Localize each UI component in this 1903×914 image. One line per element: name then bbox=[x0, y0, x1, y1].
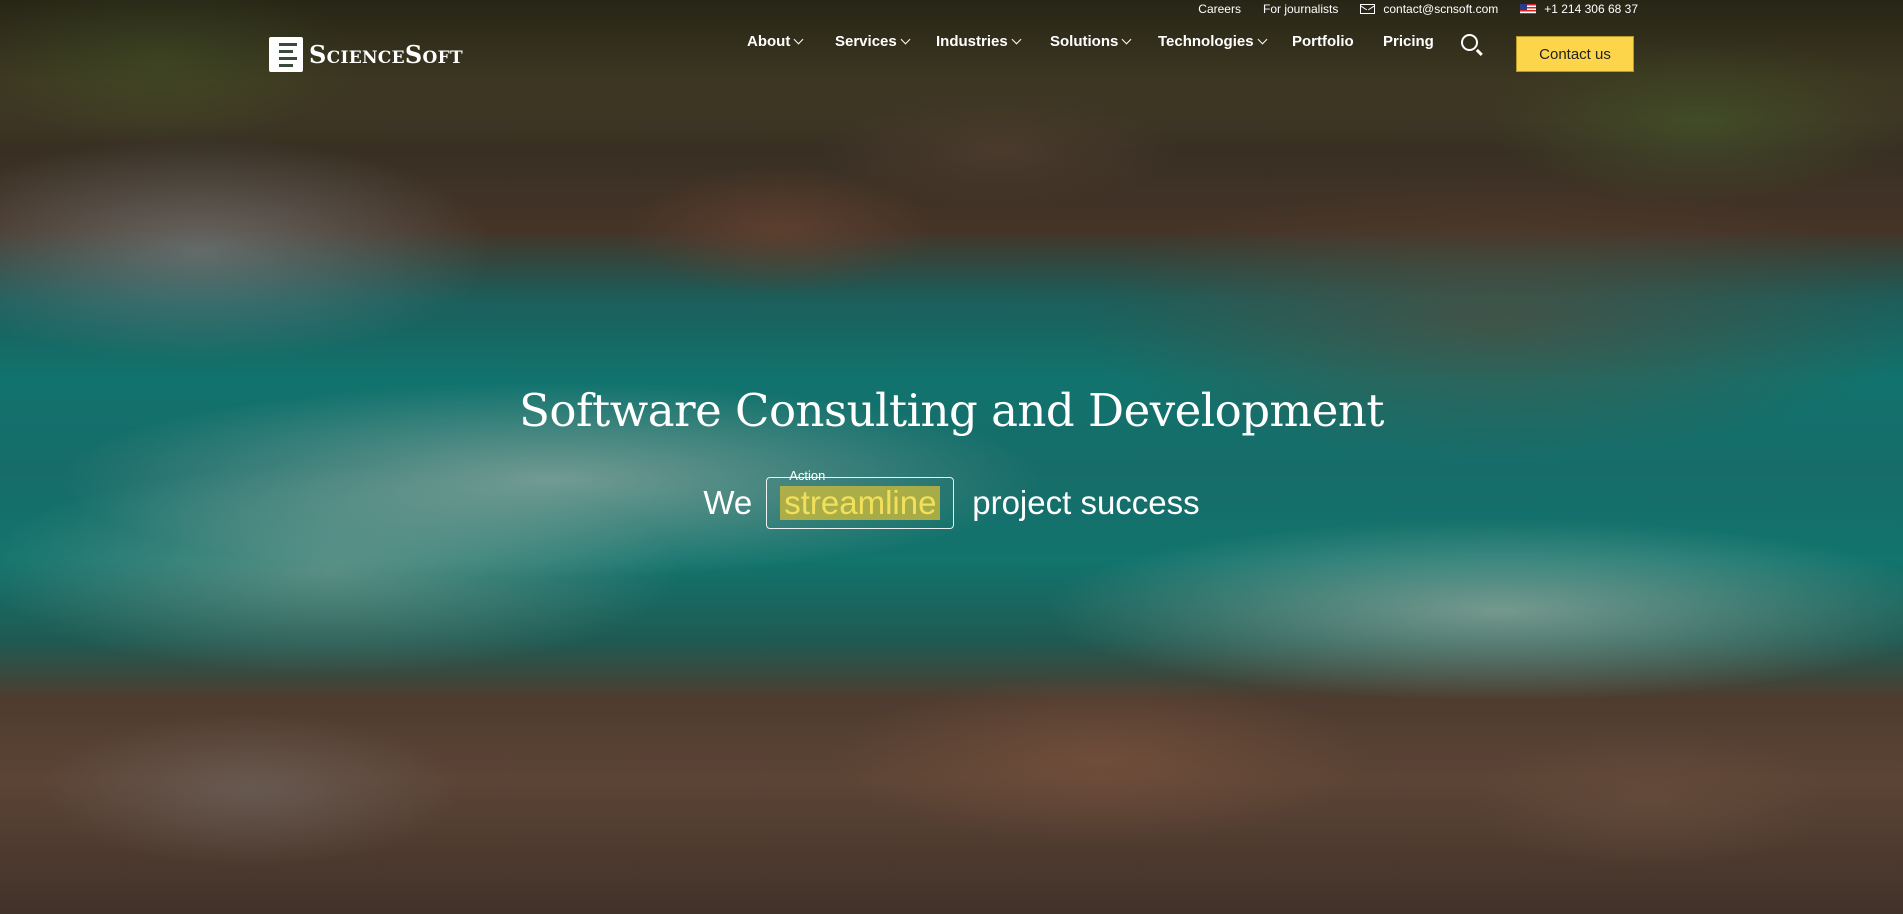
phone-link[interactable]: +1 214 306 68 37 bbox=[1520, 2, 1638, 16]
logo-mark-icon bbox=[269, 37, 303, 72]
nav-label: Solutions bbox=[1050, 33, 1119, 50]
nav-label: Industries bbox=[936, 33, 1008, 50]
nav-label: About bbox=[747, 33, 791, 50]
us-flag-icon bbox=[1520, 4, 1537, 14]
chevron-down-icon bbox=[1011, 34, 1022, 45]
top-utility-bar: Careers For journalists contact@scnsoft.… bbox=[1198, 0, 1638, 18]
nav-item-services[interactable]: Services bbox=[835, 33, 911, 50]
mail-icon bbox=[1360, 4, 1376, 14]
nav-item-pricing[interactable]: Pricing bbox=[1383, 33, 1434, 50]
nav-item-industries[interactable]: Industries bbox=[936, 33, 1022, 50]
contact-us-button[interactable]: Contact us bbox=[1516, 36, 1634, 72]
hero-background-image bbox=[0, 0, 1903, 914]
chevron-down-icon bbox=[793, 34, 804, 45]
sciencesoft-logo[interactable]: ScienceSoft bbox=[269, 37, 463, 72]
search-icon[interactable] bbox=[1461, 34, 1478, 51]
email-text: contact@scnsoft.com bbox=[1383, 2, 1499, 16]
careers-link[interactable]: Careers bbox=[1198, 2, 1241, 16]
nav-item-solutions[interactable]: Solutions bbox=[1050, 33, 1132, 50]
nav-label: Services bbox=[835, 33, 897, 50]
nav-item-portfolio[interactable]: Portfolio bbox=[1292, 33, 1354, 50]
email-link[interactable]: contact@scnsoft.com bbox=[1360, 2, 1498, 16]
nav-label: Technologies bbox=[1158, 33, 1254, 50]
phone-text: +1 214 306 68 37 bbox=[1544, 2, 1638, 16]
journalists-link[interactable]: For journalists bbox=[1263, 2, 1338, 16]
hero-subtitle: We Action streamline project success bbox=[0, 468, 1903, 529]
chevron-down-icon bbox=[900, 34, 911, 45]
chevron-down-icon bbox=[1121, 34, 1132, 45]
action-word-field[interactable]: Action streamline bbox=[766, 468, 955, 529]
hero-suffix: project success bbox=[972, 484, 1200, 521]
hero-title: Software Consulting and Development bbox=[519, 384, 1384, 437]
nav-item-technologies[interactable]: Technologies bbox=[1158, 33, 1268, 50]
action-field-label: Action bbox=[783, 468, 832, 483]
hero-prefix: We bbox=[703, 484, 753, 521]
action-field-value: streamline bbox=[780, 486, 941, 520]
nav-item-about[interactable]: About bbox=[747, 33, 804, 50]
chevron-down-icon bbox=[1257, 34, 1268, 45]
logo-text: ScienceSoft bbox=[309, 40, 463, 69]
